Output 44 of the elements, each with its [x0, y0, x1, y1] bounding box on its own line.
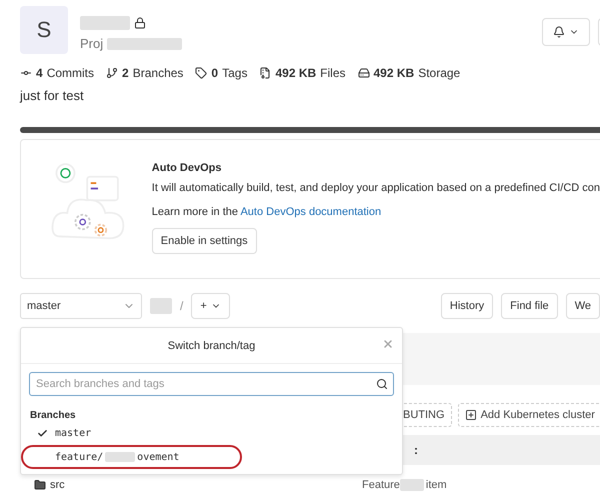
search-icon	[376, 378, 388, 390]
notification-button[interactable]	[542, 18, 590, 46]
toolbar-button[interactable]: Find file	[501, 293, 558, 319]
project-description: just for test	[20, 88, 85, 103]
search-field[interactable]: Search branches and tags	[29, 372, 394, 396]
branch-select[interactable]: master	[20, 293, 142, 319]
card-title: Auto DevOps	[152, 162, 222, 174]
file-link[interactable]: src	[34, 479, 362, 491]
learn-more-text: Learn more in the Auto DevOps documentation	[152, 206, 382, 218]
shortcut-button[interactable]: Add Kubernetes cluster	[458, 403, 600, 427]
blurred-project-name	[80, 16, 130, 30]
stat-link[interactable]: 492 KB Files	[259, 66, 346, 80]
blurred-text	[105, 452, 136, 462]
branch-icon	[106, 67, 118, 79]
circled-branch-item[interactable]: feature/ ovement	[21, 445, 242, 469]
tag-icon	[195, 67, 208, 79]
blurred-text	[150, 298, 172, 314]
commit-message: Feature	[362, 479, 400, 491]
blurred-text	[400, 479, 424, 491]
documentation-link[interactable]: Auto DevOps documentation	[240, 206, 382, 218]
close-button[interactable]	[382, 338, 394, 350]
dropdown-title: Switch branch/tag	[168, 340, 256, 352]
card-text: It will automatically build, test, and deploy your application based on a predefined CI/CD con	[152, 182, 600, 194]
stat-link[interactable]: 0 Tags	[195, 66, 248, 80]
add-icon	[464, 409, 477, 421]
stat-link[interactable]: 2 Branches	[106, 66, 184, 80]
enable-settings-button[interactable]: Enable in settings	[152, 228, 257, 254]
toolbar-button[interactable]: We	[566, 293, 600, 319]
commit-message: item	[426, 479, 447, 491]
add-button[interactable]: +	[191, 293, 230, 319]
check-icon	[37, 428, 48, 438]
branch-item[interactable]: master	[21, 421, 242, 445]
storage-icon	[358, 67, 370, 79]
toolbar-button[interactable]: History	[440, 293, 494, 319]
bell-icon	[553, 26, 565, 38]
stat-link[interactable]: 492 KB Storage	[358, 66, 460, 80]
project-subtitle: Proj	[80, 36, 104, 51]
project-avatar[interactable]: S	[20, 6, 68, 54]
folder-icon	[34, 479, 46, 491]
lock-icon	[134, 17, 146, 29]
section-heading: Branches	[30, 410, 77, 421]
stat-link[interactable]: 4 Commits	[20, 66, 94, 80]
file-icon	[259, 67, 272, 79]
path-separator: /	[180, 299, 184, 313]
